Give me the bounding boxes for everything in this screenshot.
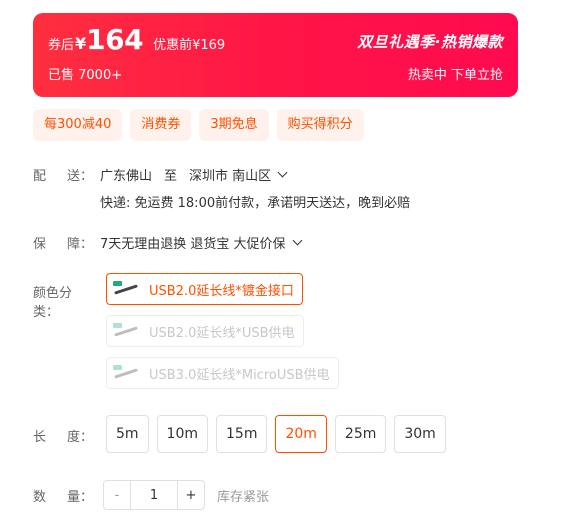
quantity-increase-button[interactable]: + [177, 480, 205, 510]
delivery-label: 配 送： [33, 169, 93, 184]
delivery-origin: 广东佛山 [100, 169, 153, 184]
service-guarantee[interactable]: 7天无理由退换 退货宝 大促价保 [100, 233, 302, 252]
promotion-tags: 每300减40 消费券 3期免息 购买得积分 [33, 109, 364, 141]
tag-discount[interactable]: 每300减40 [33, 109, 123, 141]
original-price: 优惠前¥169 [153, 38, 226, 53]
promo-subtitle: 热卖中 下单立抢 [407, 68, 503, 83]
sku-label: USB2.0延长线*镀金接口 [149, 283, 294, 299]
chevron-down-icon[interactable] [277, 167, 288, 178]
delivery-note: 快递: 免运费 18:00前付款，承诺明天送达，晚到必赔 [100, 196, 411, 211]
sku-label: USB3.0延长线*MicroUSB供电 [149, 367, 330, 383]
tag-points[interactable]: 购买得积分 [276, 109, 364, 141]
sku-option-usb2-powered[interactable]: USB2.0延长线*USB供电 [106, 315, 304, 347]
sku-thumbnail [111, 277, 141, 301]
length-option-10m[interactable]: 10m [156, 415, 208, 453]
price-row: 券后 ¥ 164 优惠前¥169 [48, 23, 225, 57]
sku-thumbnail [111, 319, 141, 343]
price-banner: 券后 ¥ 164 优惠前¥169 已售 7000+ 双旦礼遇季·热销爆款 热卖中… [33, 13, 518, 97]
sku-thumbnail [111, 361, 141, 385]
delivery-to-word: 至 [164, 169, 178, 184]
delivery-route: 广东佛山 至 深圳市 南山区 [100, 165, 288, 184]
service-text: 7天无理由退换 退货宝 大促价保 [100, 237, 286, 252]
promo-title: 双旦礼遇季·热销爆款 [357, 33, 503, 51]
quantity-decrease-button[interactable]: - [103, 480, 131, 510]
length-option-15m[interactable]: 15m [216, 415, 268, 453]
length-label: 长 度： [33, 430, 93, 445]
length-option-5m[interactable]: 5m [106, 415, 149, 453]
sku-option-usb2-gold[interactable]: USB2.0延长线*镀金接口 [106, 273, 303, 305]
delivery-destination[interactable]: 深圳市 南山区 [189, 165, 271, 184]
chevron-down-icon[interactable] [292, 235, 302, 246]
tag-installment[interactable]: 3期免息 [199, 109, 269, 141]
currency-symbol: ¥ [75, 34, 87, 53]
length-option-20m[interactable]: 20m [275, 415, 327, 453]
service-label: 保 障： [33, 237, 93, 252]
stock-status: 库存紧张 [217, 489, 270, 505]
quantity-input[interactable]: 1 [131, 480, 177, 510]
length-option-30m[interactable]: 30m [394, 415, 446, 453]
quantity-label: 数 量： [33, 490, 93, 505]
sku-label: USB2.0延长线*USB供电 [149, 325, 295, 341]
current-price: 164 [86, 23, 144, 56]
coupon-price-label: 券后 [48, 38, 75, 53]
quantity-stepper: - 1 + 库存紧张 [103, 480, 269, 510]
length-option-25m[interactable]: 25m [334, 415, 387, 453]
tag-voucher[interactable]: 消费券 [130, 109, 192, 141]
sold-count: 已售 7000+ [48, 68, 123, 83]
sku-option-usb3-micro[interactable]: USB3.0延长线*MicroUSB供电 [106, 357, 339, 389]
length-options: 5m 10m 15m 20m 25m 30m [106, 415, 446, 453]
color-label: 颜色分类： [33, 286, 73, 320]
